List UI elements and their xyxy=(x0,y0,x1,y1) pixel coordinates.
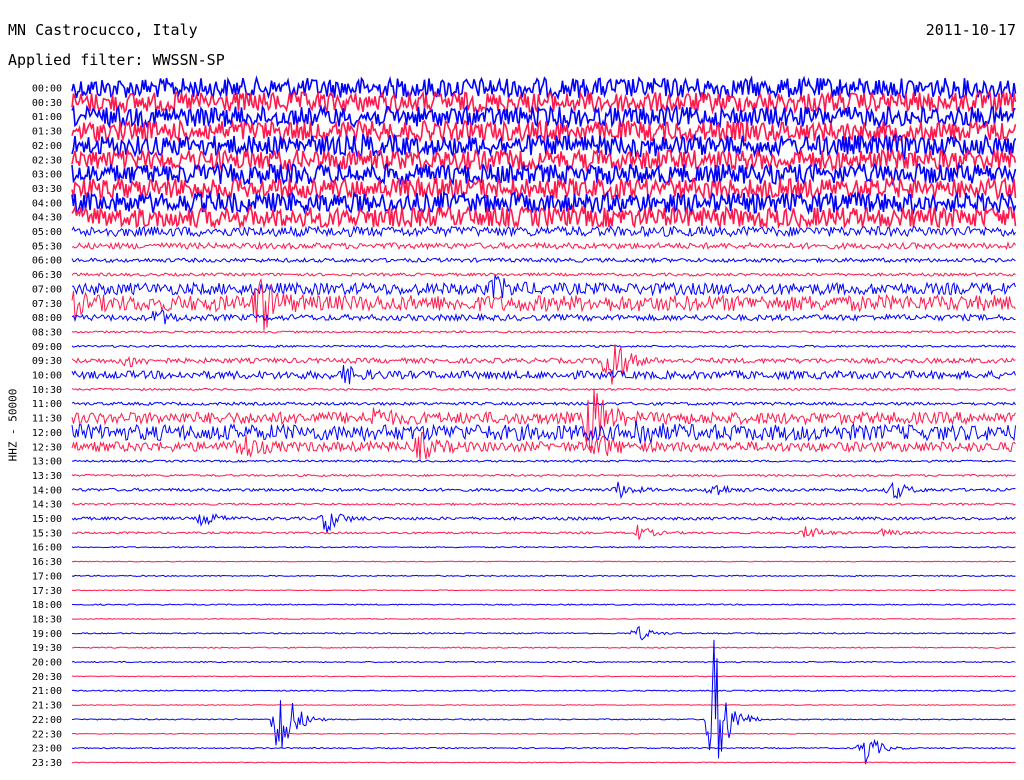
row-time-label: 00:30 xyxy=(32,98,62,109)
seismic-trace-row xyxy=(71,646,1016,649)
row-time-label: 23:00 xyxy=(32,744,62,755)
row-time-label: 10:30 xyxy=(32,385,62,396)
row-time-label: 09:30 xyxy=(32,356,62,367)
seismic-trace-row xyxy=(71,513,1016,534)
row-time-label: 14:30 xyxy=(32,500,62,511)
seismic-trace-row xyxy=(72,524,1016,540)
seismic-trace-row xyxy=(71,75,1017,102)
helicorder-chart: 00:00 00:30 01:00 01:30 02:00 02:30 03:00 03:30… xyxy=(32,75,1017,769)
seismic-trace-row xyxy=(71,204,1017,230)
seismic-trace-row xyxy=(71,618,1016,620)
row-time-label: 21:30 xyxy=(32,701,62,712)
seismic-trace-row xyxy=(71,459,1016,463)
seismic-trace-row xyxy=(71,344,1016,385)
row-time-label: 16:00 xyxy=(32,543,62,554)
row-time-label: 15:00 xyxy=(32,514,62,525)
helicorder-page: MN Castrocucco, Italy 2011-10-17 Applied… xyxy=(0,0,1024,780)
seismic-trace-row xyxy=(72,704,1016,706)
row-time-label: 18:00 xyxy=(32,600,62,611)
row-time-label: 22:30 xyxy=(32,729,62,740)
row-time-label: 19:30 xyxy=(32,643,62,654)
row-time-label: 04:00 xyxy=(32,198,62,209)
row-time-label: 17:00 xyxy=(32,571,62,582)
seismic-trace-row xyxy=(71,272,1016,277)
row-time-label: 02:00 xyxy=(32,141,62,152)
row-time-label: 08:30 xyxy=(32,327,62,338)
seismic-trace-row xyxy=(71,589,1016,592)
seismic-trace-row xyxy=(71,104,1016,130)
row-time-label: 03:00 xyxy=(32,170,62,181)
row-time-label: 08:00 xyxy=(32,313,62,324)
row-time-label: 19:00 xyxy=(32,629,62,640)
seismic-trace-row xyxy=(71,387,1016,392)
row-time-label: 09:00 xyxy=(32,342,62,353)
seismic-trace-row xyxy=(71,502,1016,506)
seismic-trace-row xyxy=(71,388,1016,454)
row-time-label: 15:30 xyxy=(32,528,62,539)
seismic-trace-row xyxy=(71,473,1016,478)
seismic-trace-row xyxy=(72,675,1016,678)
seismic-trace-row xyxy=(71,431,1016,461)
row-time-label: 14:00 xyxy=(32,485,62,496)
row-time-label: 12:30 xyxy=(32,442,62,453)
row-time-label: 06:00 xyxy=(32,256,62,267)
seismic-trace-row xyxy=(71,732,1016,735)
row-time-label: 02:30 xyxy=(32,155,62,166)
seismic-trace-row xyxy=(72,761,1016,764)
row-time-label: 13:30 xyxy=(32,471,62,482)
row-time-label: 23:30 xyxy=(32,758,62,769)
row-time-label: 07:30 xyxy=(32,299,62,310)
row-time-label: 17:30 xyxy=(32,586,62,597)
seismic-trace-row xyxy=(71,365,1016,385)
seismic-trace-row xyxy=(71,560,1016,563)
row-time-label: 01:00 xyxy=(32,112,62,123)
seismic-trace-row xyxy=(71,660,1016,664)
seismic-trace-row xyxy=(71,481,1016,500)
row-time-label: 05:30 xyxy=(32,241,62,252)
row-time-label: 04:30 xyxy=(32,213,62,224)
row-time-label: 16:30 xyxy=(32,557,62,568)
row-time-label: 11:30 xyxy=(32,414,62,425)
row-time-label: 13:00 xyxy=(32,457,62,468)
row-time-label: 22:00 xyxy=(32,715,62,726)
seismic-trace-row xyxy=(71,224,1016,238)
row-time-label: 20:00 xyxy=(32,658,62,669)
row-time-label: 18:30 xyxy=(32,614,62,625)
row-time-label: 00:00 xyxy=(32,84,62,95)
row-time-label: 11:00 xyxy=(32,399,62,410)
seismic-trace-row xyxy=(71,574,1016,578)
seismic-trace-row xyxy=(71,256,1016,264)
seismic-trace-row xyxy=(71,738,1016,765)
seismic-trace-row xyxy=(71,330,1016,334)
seismic-trace-row xyxy=(71,420,1016,444)
seismic-trace-row xyxy=(71,546,1016,549)
row-time-label: 06:30 xyxy=(32,270,62,281)
row-time-label: 03:30 xyxy=(32,184,62,195)
row-time-label: 21:00 xyxy=(32,686,62,697)
seismic-trace-row xyxy=(71,401,1016,407)
seismic-trace-row xyxy=(71,625,1016,641)
seismic-trace-row xyxy=(71,309,1016,325)
row-time-label: 20:30 xyxy=(32,672,62,683)
row-time-label: 05:00 xyxy=(32,227,62,238)
row-time-label: 12:00 xyxy=(32,428,62,439)
seismic-trace-row xyxy=(71,274,1016,299)
seismic-trace-row xyxy=(71,241,1016,251)
seismic-trace-row xyxy=(71,277,1016,331)
row-time-label: 10:00 xyxy=(32,371,62,382)
seismic-trace-row xyxy=(71,344,1016,349)
seismic-trace-row xyxy=(71,689,1016,692)
row-time-label: 07:00 xyxy=(32,284,62,295)
row-time-label: 01:30 xyxy=(32,127,62,138)
seismic-trace-row xyxy=(72,603,1016,606)
